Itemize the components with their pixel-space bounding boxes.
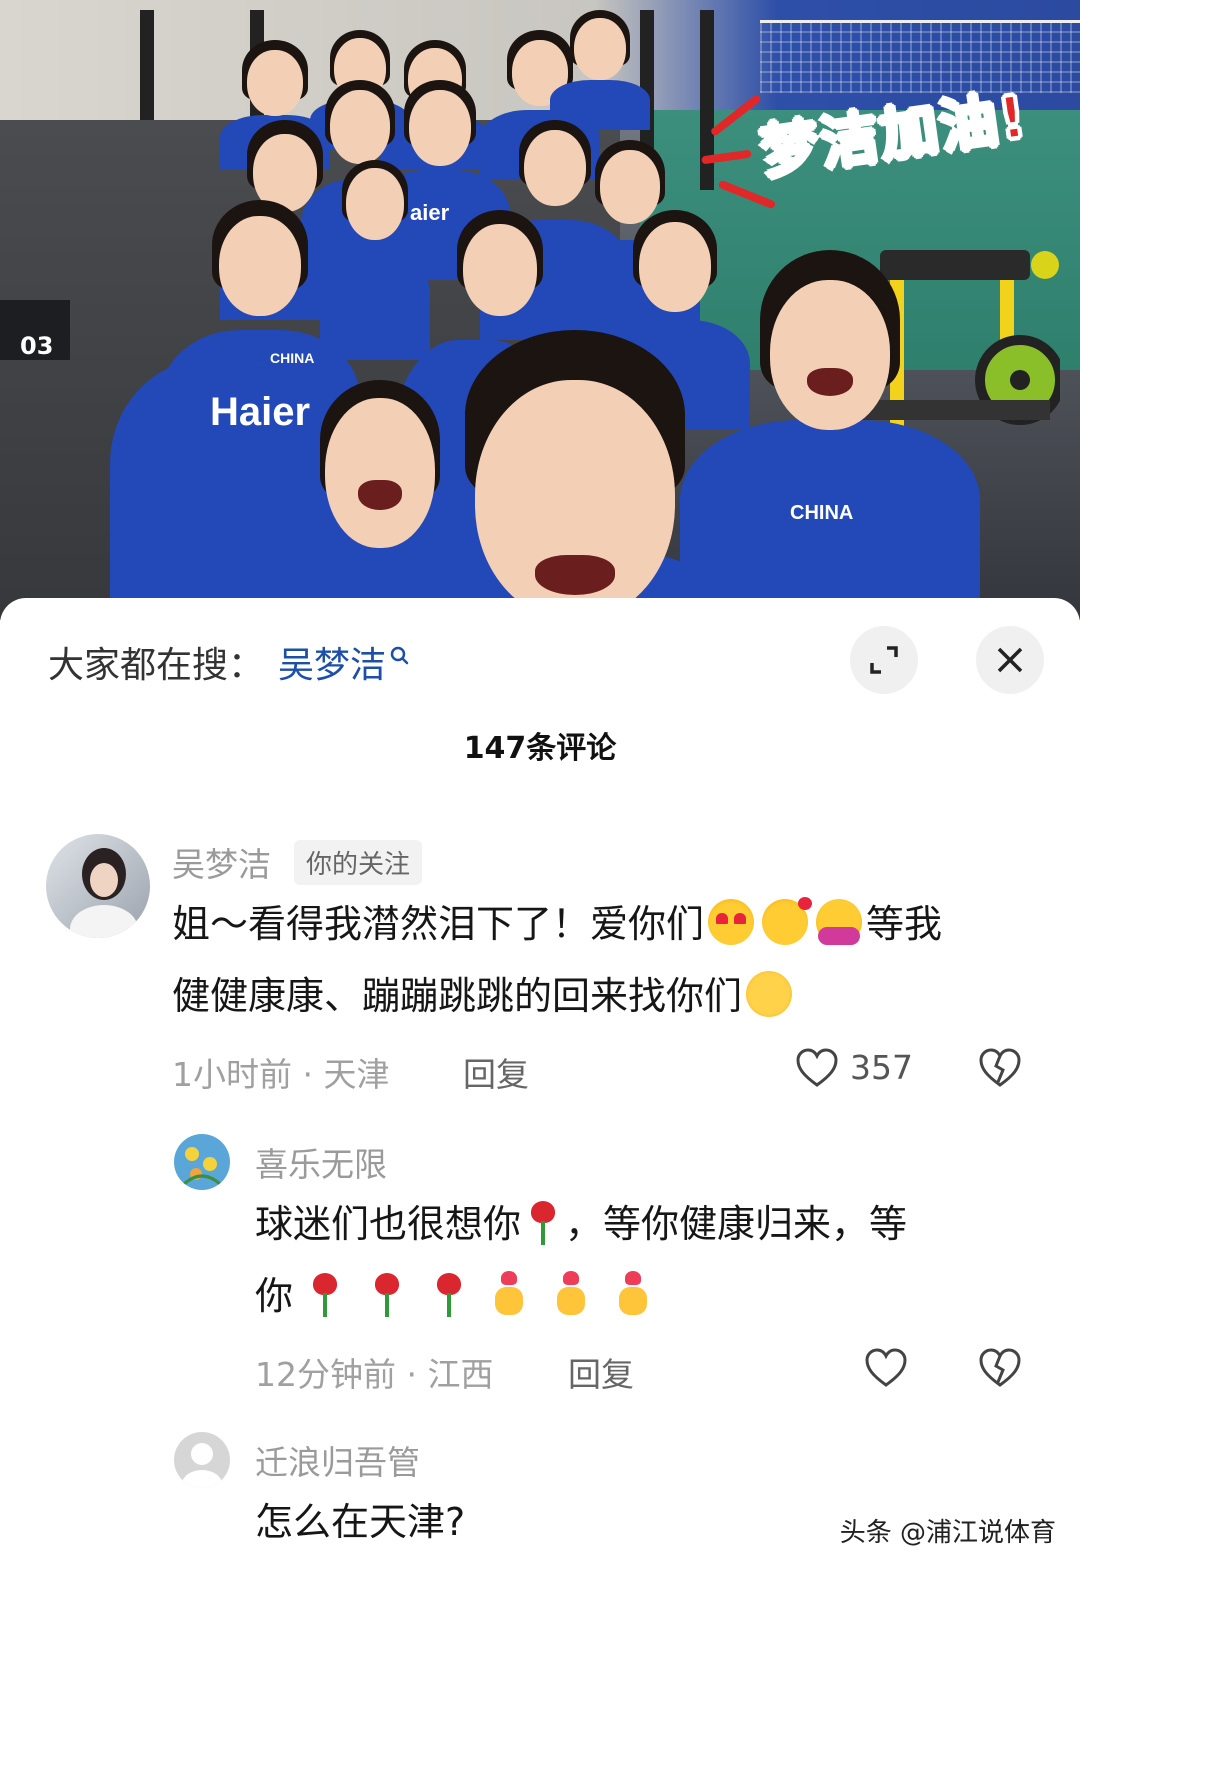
avatar[interactable] (46, 834, 150, 938)
search-term-link[interactable]: 吴梦洁 (278, 636, 386, 688)
rose-emoji-icon (307, 1271, 343, 1317)
finger-heart-emoji-icon (489, 1271, 529, 1317)
dislike-broken-heart-icon[interactable] (978, 1348, 1022, 1388)
avatar[interactable] (174, 1134, 230, 1190)
comment-author[interactable]: 吴梦洁 (172, 838, 271, 886)
search-prefix: 大家都在搜： (48, 645, 265, 686)
shirt-brand: Haier (210, 390, 311, 434)
reply-button[interactable]: 回复 (568, 1348, 634, 1396)
rose-emoji-icon (431, 1271, 467, 1317)
finger-heart-emoji-icon (551, 1271, 591, 1317)
comment-author[interactable]: 喜乐无限 (255, 1138, 387, 1186)
hug-emoji-icon (816, 899, 863, 945)
rose-emoji-icon (369, 1271, 405, 1317)
expand-icon (870, 646, 898, 674)
comment-text: 姐～看得我潸然泪下了！爱你们 等我 健健康康、蹦蹦跳跳的回来找你们 (172, 888, 1042, 1032)
like-heart-icon[interactable] (864, 1348, 908, 1388)
squat-rack (140, 10, 154, 120)
comment-count: 147条评论 (463, 731, 617, 766)
video-frame[interactable]: 03 aier Haier CHINA CHINA 梦洁加油! (0, 0, 1080, 620)
like-heart-icon[interactable] (795, 1048, 839, 1088)
like-count: 357 (850, 1048, 913, 1087)
follow-tag: 你的关注 (294, 840, 423, 885)
player (550, 10, 650, 130)
comment-author[interactable]: 迁浪归吾管 (255, 1436, 420, 1484)
comment-meta: 12分钟前 · 江西 (255, 1355, 494, 1394)
trending-search[interactable]: 大家都在搜： 吴梦洁 (48, 638, 410, 686)
reply-button[interactable]: 回复 (463, 1048, 529, 1096)
search-icon (390, 638, 410, 668)
close-icon (997, 647, 1023, 673)
watermark: 头条 @浦江说体育 (839, 1518, 1056, 1548)
rose-emoji-icon (525, 1199, 561, 1245)
finger-heart-emoji-icon (613, 1271, 653, 1317)
smiling-hearts-emoji-icon (762, 897, 813, 945)
plyo-box: 03 (0, 300, 70, 360)
avatar[interactable] (174, 1432, 230, 1488)
sticker-text: 梦洁加油! (755, 81, 1033, 189)
comment-meta: 1小时前 · 天津 (172, 1055, 390, 1094)
shirt-team: CHINA (270, 350, 315, 366)
box-number: 03 (20, 332, 54, 360)
comment-sheet: 大家都在搜： 吴梦洁 147条评论 吴梦洁 你的关注 姐～看得我潸然泪下了！爱你… (0, 598, 1080, 1569)
player: CHINA (680, 250, 980, 620)
thinking-emoji-icon (746, 971, 793, 1017)
comment-text: 球迷们也很想你 ，等你健康归来，等 你 (255, 1188, 1045, 1332)
close-button[interactable] (976, 626, 1044, 694)
player (450, 330, 700, 620)
expand-button[interactable] (850, 626, 918, 694)
dislike-broken-heart-icon[interactable] (978, 1048, 1022, 1088)
heart-eyes-emoji-icon (708, 899, 755, 945)
